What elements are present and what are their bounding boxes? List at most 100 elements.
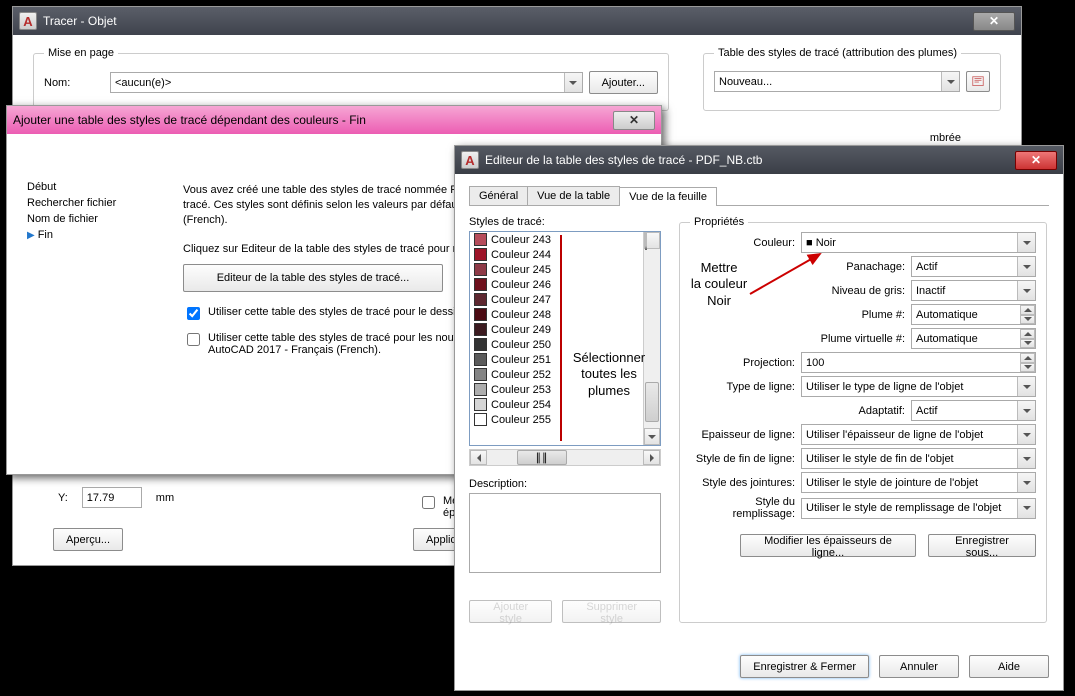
scroll-left-button[interactable] (470, 450, 487, 465)
list-item-label: Couleur 248 (491, 309, 551, 321)
color-swatch (474, 263, 487, 276)
use-for-drawing-checkbox[interactable] (187, 307, 200, 320)
color-swatch (474, 413, 487, 426)
fill-style-select[interactable]: Utiliser le style de remplissage de l'ob… (801, 498, 1036, 519)
plot-style-table-group: Table des styles de tracé (attribution d… (703, 47, 1001, 111)
color-swatch (474, 338, 487, 351)
spin-down[interactable] (1020, 363, 1035, 373)
chevron-down-icon (941, 72, 959, 91)
linetype-label: Type de ligne: (690, 381, 795, 393)
description-textarea[interactable] (469, 493, 661, 573)
annotation-select-all: Sélectionner toutes les plumes (562, 350, 656, 399)
wizard-step: Nom de fichier (27, 211, 167, 227)
join-style-select[interactable]: Utiliser le style de jointure de l'objet (801, 472, 1036, 493)
list-item-label: Couleur 255 (491, 414, 551, 426)
editor-titlebar[interactable]: A Editeur de la table des styles de trac… (455, 146, 1063, 174)
screen-spinner[interactable] (801, 352, 1036, 373)
edit-lineweights-button[interactable]: Modifier les épaisseurs de ligne... (740, 534, 916, 557)
lineweight-select[interactable]: Utiliser l'épaisseur de ligne de l'objet (801, 424, 1036, 445)
annotation-arrow (748, 250, 828, 300)
y-value-input[interactable] (82, 487, 142, 508)
tab-general[interactable]: Général (469, 186, 528, 205)
h-scrollbar[interactable]: ∥∥ (469, 449, 661, 466)
styles-panel: Styles de tracé: Couleur 243Couleur 244C… (469, 216, 661, 623)
close-button[interactable]: ✕ (613, 111, 655, 130)
chevron-down-icon (1017, 473, 1035, 492)
list-item-label: Couleur 249 (491, 324, 551, 336)
list-item[interactable]: Couleur 247 (470, 292, 643, 307)
wizard-titlebar[interactable]: Ajouter une table des styles de tracé dé… (7, 106, 661, 134)
description-label: Description: (469, 478, 661, 490)
end-style-select[interactable]: Utiliser le style de fin de l'objet (801, 448, 1036, 469)
spin-down[interactable] (1020, 315, 1035, 325)
pen-spinner[interactable] (911, 304, 1036, 325)
list-item-label: Couleur 245 (491, 264, 551, 276)
spin-up[interactable] (1020, 353, 1035, 363)
chk-label: Utiliser cette table des styles de tracé… (208, 306, 470, 318)
h-scroll-thumb[interactable]: ∥∥ (517, 450, 567, 465)
scroll-up-button[interactable] (644, 232, 660, 249)
spin-up[interactable] (1020, 305, 1035, 315)
list-item-label: Couleur 252 (491, 369, 551, 381)
wizard-step: Rechercher fichier (27, 195, 167, 211)
style-table-editor-button[interactable]: Editeur de la table des styles de tracé.… (183, 264, 443, 292)
cancel-button[interactable]: Annuler (879, 655, 959, 678)
list-item[interactable]: Couleur 249 (470, 322, 643, 337)
spin-up[interactable] (1020, 329, 1035, 339)
tab-form-view[interactable]: Vue de la feuille (619, 187, 717, 206)
styles-listbox[interactable]: Couleur 243 Couleur 244 Couleur 245 Couleur… (469, 231, 661, 446)
color-swatch (474, 233, 487, 246)
list-item[interactable]: Couleur 255 (470, 412, 643, 427)
page-setup-select[interactable]: <aucun(e)> (110, 72, 583, 93)
annotation-redline (560, 235, 562, 441)
color-swatch (474, 398, 487, 411)
list-item[interactable]: Couleur 245 (470, 262, 643, 277)
close-icon: ✕ (989, 15, 999, 27)
save-close-button[interactable]: Enregistrer & Fermer (740, 655, 869, 678)
help-button[interactable]: Aide (969, 655, 1049, 678)
spin-down[interactable] (1020, 339, 1035, 349)
fit-checkbox[interactable] (422, 496, 435, 509)
color-swatch (474, 293, 487, 306)
save-as-button[interactable]: Enregistrer sous... (928, 534, 1036, 557)
virtual-pen-spinner[interactable] (911, 328, 1036, 349)
scroll-down-button[interactable] (644, 428, 660, 445)
color-select[interactable]: ■ Noir (801, 232, 1036, 253)
list-item[interactable]: Couleur 246 (470, 277, 643, 292)
list-item[interactable]: Couleur 248 (470, 307, 643, 322)
list-item-label: Couleur 244 (491, 249, 551, 261)
screen-label: Projection: (690, 357, 795, 369)
page-setup-legend: Mise en page (44, 47, 118, 59)
lineweight-label: Epaisseur de ligne: (690, 429, 795, 441)
scrollbar[interactable] (643, 232, 660, 445)
linetype-select[interactable]: Utiliser le type de ligne de l'objet (801, 376, 1036, 397)
add-page-setup-button[interactable]: Ajouter... (589, 71, 658, 94)
edit-style-table-button[interactable] (966, 71, 990, 92)
color-swatch (474, 248, 487, 261)
virtual-pen-label: Plume virtuelle #: (810, 333, 905, 345)
tab-table-view[interactable]: Vue de la table (527, 186, 620, 205)
app-icon: A (19, 12, 37, 30)
pen-label: Plume #: (810, 309, 905, 321)
close-button[interactable]: ✕ (973, 12, 1015, 31)
color-swatch (474, 368, 487, 381)
list-item-label: Couleur 246 (491, 279, 551, 291)
use-for-new-checkbox[interactable] (187, 333, 200, 346)
add-style-button[interactable]: Ajouter style (469, 600, 552, 623)
color-swatch (474, 308, 487, 321)
preview-button[interactable]: Aperçu... (53, 528, 123, 551)
name-label: Nom: (44, 77, 104, 89)
close-icon: ✕ (1031, 154, 1041, 166)
list-item[interactable]: Couleur 244 (470, 247, 643, 262)
delete-style-button[interactable]: Supprimer style (562, 600, 661, 623)
close-button[interactable]: ✕ (1015, 151, 1057, 170)
style-table-select[interactable]: Nouveau... (714, 71, 960, 92)
chevron-down-icon (1017, 233, 1035, 252)
plot-titlebar[interactable]: A Tracer - Objet ✕ (13, 7, 1021, 35)
wizard-step-current: ▶Fin (27, 227, 167, 243)
list-item[interactable]: Couleur 243 (470, 232, 643, 247)
y-unit: mm (156, 492, 174, 504)
plot-title: Tracer - Objet (43, 14, 117, 28)
scroll-right-button[interactable] (643, 450, 660, 465)
list-item[interactable]: Couleur 254 (470, 397, 643, 412)
